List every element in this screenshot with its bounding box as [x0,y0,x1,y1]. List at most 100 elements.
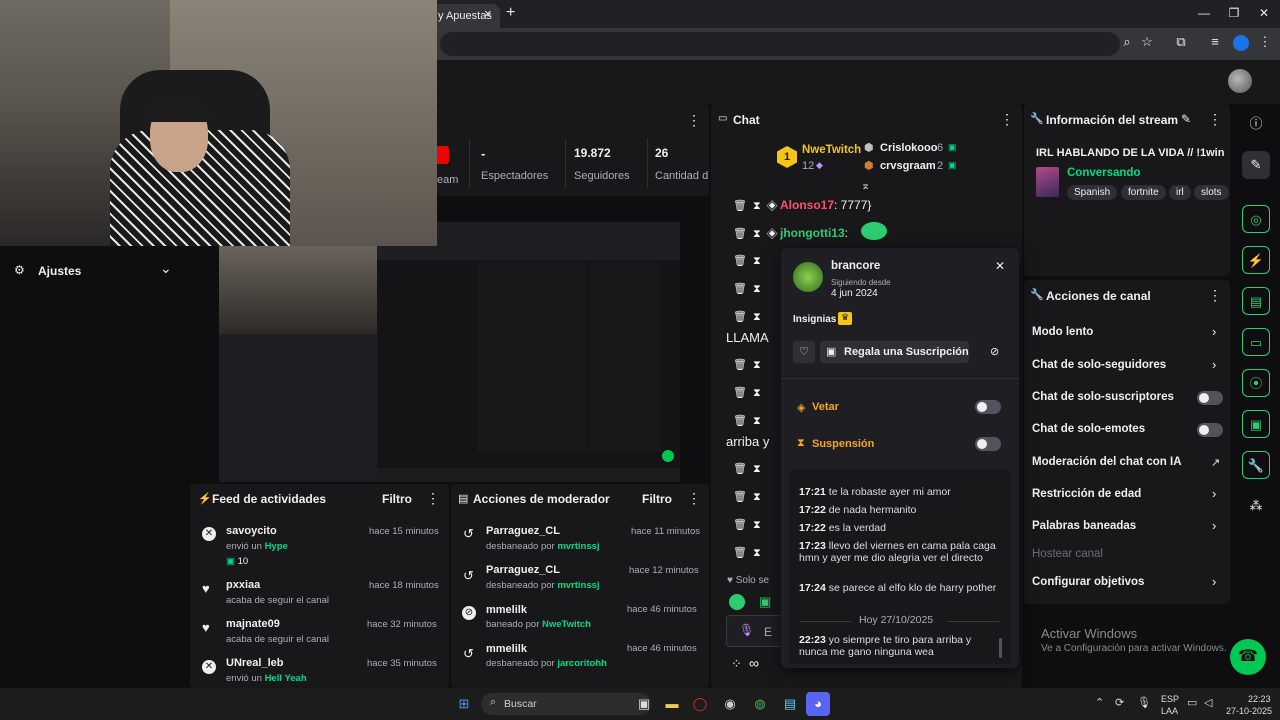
edit-icon[interactable]: ✎ [1242,151,1270,179]
file-explorer-icon[interactable]: ▬ [660,692,684,716]
chat-input[interactable]: 🎙 E [726,615,786,647]
mute-icon[interactable]: ⊘ [990,345,999,358]
action-age-restriction[interactable]: Restricción de edad [1032,488,1141,500]
camera-icon[interactable]: ◎ [1242,205,1270,233]
opera-icon[interactable]: ◯ [688,692,712,716]
mod-user[interactable]: mmelilk [486,604,527,616]
stream-info-menu-icon[interactable]: ⋮ [1208,111,1222,128]
zoom-icon[interactable]: ⌕ [1118,34,1136,50]
mod-icons[interactable]: 🗑⧗ [733,462,767,476]
mod-icons[interactable]: 🗑⧗ [733,414,767,428]
browser-menu-icon[interactable]: ⋮ [1256,34,1274,50]
leaderboard-first-name[interactable]: NweTwitch [802,144,861,156]
wrench-icon[interactable]: 🔧 [1242,451,1270,479]
maximize-button[interactable]: ❐ [1224,6,1244,20]
network-icon[interactable]: ▭ [1187,696,1197,709]
mod-icons[interactable]: 🗑⧗ [733,358,767,372]
emotes-only-toggle[interactable] [1197,423,1223,437]
action-ai-moderation[interactable]: Moderación del chat con IA [1032,456,1182,468]
feed-user[interactable]: pxxiaa [226,579,260,591]
chevron-right-icon[interactable]: › [1212,486,1216,501]
taskbar-time[interactable]: 22:23 [1248,694,1271,704]
action-banned-words[interactable]: Palabras baneadas [1032,520,1136,532]
stats-menu-icon[interactable]: ⋮ [687,112,701,129]
feed-user[interactable]: UNreal_leb [226,657,283,669]
feed-user[interactable]: majnate09 [226,618,280,630]
task-view-icon[interactable]: ▣ [632,692,656,716]
external-link-icon[interactable]: ↗ [1211,456,1220,469]
ban-toggle[interactable] [975,400,1001,414]
mod-icons[interactable]: 🗑⧗ [733,310,767,324]
mod-icons[interactable]: 🗑⧗ [733,386,767,400]
taskbar-language[interactable]: ESP [1161,694,1179,704]
user-avatar[interactable] [1228,69,1252,93]
favorite-button[interactable]: ♡ [793,341,815,363]
url-field[interactable] [440,32,1120,56]
mod-icons[interactable]: 🗑⧗ [733,254,767,268]
volume-icon[interactable]: ◁ [1204,696,1212,709]
dots-icon[interactable]: ⁂ [1242,492,1270,520]
gift-icon[interactable]: ▣ [759,594,771,610]
extensions-icon[interactable]: ⧉ [1172,34,1190,50]
mod-filter-button[interactable]: Filtro [642,492,672,506]
action-emotes-only[interactable]: Chat de solo-emotes [1032,423,1145,435]
discord-icon[interactable]: ◕ [806,692,830,716]
leaderboard-second-name[interactable]: Crislokooo [880,142,937,154]
chat-menu-icon[interactable]: ⋮ [1000,111,1014,128]
new-tab-button[interactable]: + [506,4,515,22]
chevron-right-icon[interactable]: › [1212,518,1216,533]
bolt-icon[interactable]: ⚡ [1242,246,1270,274]
settings-dots-icon[interactable]: ⁘ [731,656,742,672]
reading-list-icon[interactable]: ≡ [1206,34,1224,49]
broadcast-icon[interactable]: ⦿ [1242,369,1270,397]
settings-row[interactable]: ⚙ Ajustes ⌄ [0,260,190,282]
subs-only-toggle[interactable] [1197,391,1223,405]
info-icon[interactable]: ⓘ [1242,110,1270,138]
taskbar-date[interactable]: 27-10-2025 [1226,706,1272,716]
minimize-button[interactable]: — [1194,6,1214,20]
mod-user[interactable]: Parraguez_CL [486,525,560,537]
tag[interactable]: irl [1169,185,1191,200]
leaderboard-third-name[interactable]: crvsgraam [880,160,936,172]
tray-mic-icon[interactable]: 🎙 [1137,696,1151,709]
user-card-username[interactable]: brancore [831,260,880,272]
action-subs-only[interactable]: Chat de solo-suscriptores [1032,391,1174,403]
taskbar-search[interactable]: ⌕ Buscar [481,693,651,715]
leaderboard-expand-icon[interactable]: ⌅ [861,179,870,192]
mod-icons[interactable]: 🗑⧗◈ [733,227,784,241]
mod-user[interactable]: Parraguez_CL [486,564,560,576]
chevron-right-icon[interactable]: › [1212,574,1216,589]
bookmark-star-icon[interactable]: ☆ [1138,34,1156,50]
mod-menu-icon[interactable]: ⋮ [687,490,701,507]
layout-icon[interactable]: ▣ [1242,410,1270,438]
stream-preview[interactable] [219,222,680,482]
activity-menu-icon[interactable]: ⋮ [426,490,440,507]
timeout-toggle[interactable] [975,437,1001,451]
action-slow-mode[interactable]: Modo lento [1032,326,1093,338]
tag[interactable]: Spanish [1067,185,1118,200]
tag[interactable]: slots [1194,185,1229,200]
chat-username[interactable]: Alonso17 [780,198,834,212]
steam-icon[interactable]: ◉ [718,692,742,716]
profile-icon[interactable] [1233,35,1249,51]
mod-user[interactable]: mmelilk [486,643,527,655]
tray-icon[interactable]: ⟳ [1115,696,1124,709]
tab-close-icon[interactable]: × [484,6,492,21]
feed-user[interactable]: savoycito [226,525,277,537]
mod-icons[interactable]: 🗑⧗ [733,282,767,296]
mod-icons[interactable]: 🗑⧗ [733,490,767,504]
support-chat-button[interactable]: ☎ [1230,639,1266,675]
tag[interactable]: fortnite [1121,185,1166,200]
tray-chevron-icon[interactable]: ⌃ [1095,696,1104,709]
mod-icons[interactable]: 🗑⧗ [733,518,767,532]
history-scrollbar[interactable] [999,638,1002,658]
close-icon[interactable]: ✕ [995,259,1005,273]
chevron-right-icon[interactable]: › [1212,324,1216,339]
activity-filter-button[interactable]: Filtro [382,492,412,506]
chrome-icon[interactable]: ◍ [748,692,772,716]
close-window-button[interactable]: ✕ [1254,6,1274,20]
mod-icons[interactable]: 🗑⧗◈ [733,199,784,213]
edit-icon[interactable]: ✎ [1181,112,1191,126]
notes-icon[interactable]: ▤ [1242,287,1270,315]
chat-bubble-icon[interactable]: ▭ [1242,328,1270,356]
